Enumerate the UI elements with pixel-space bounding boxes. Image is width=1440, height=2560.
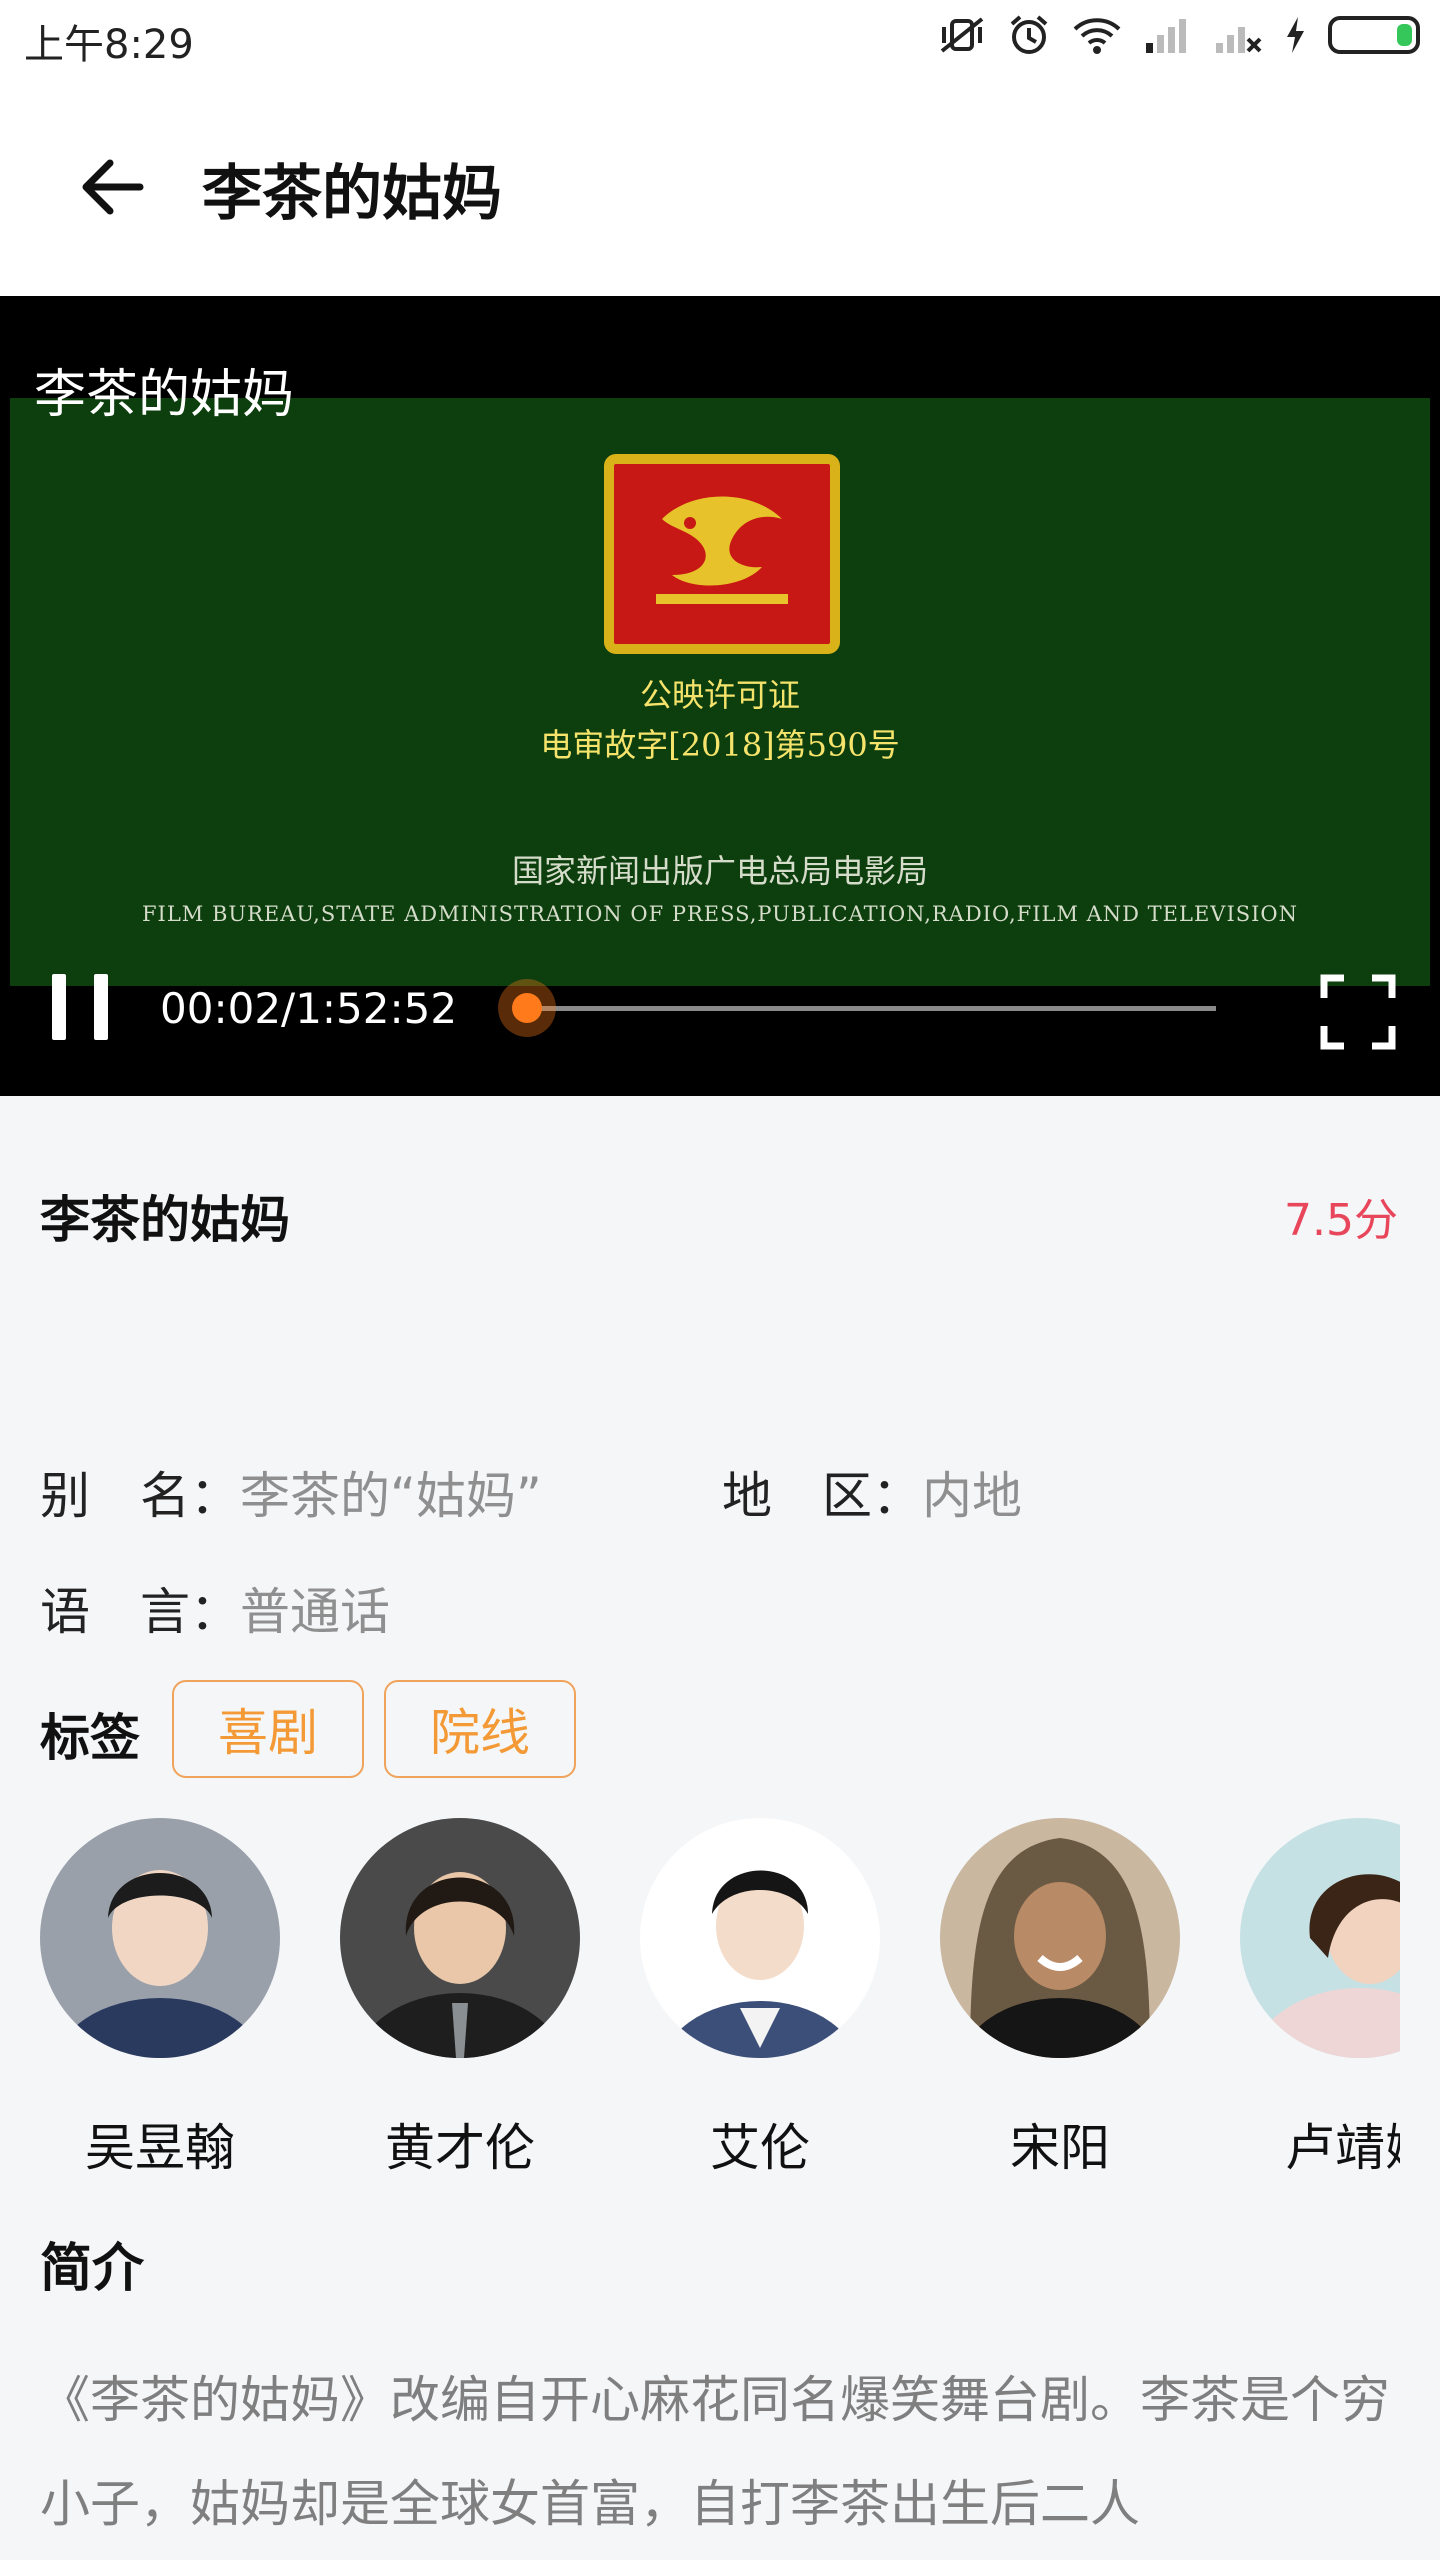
wifi-icon [1073,18,1121,54]
synopsis-title: 简介 [40,2239,145,2299]
synopsis-text: 《李茶的姑妈》改编自开心麻花同名爆笑舞台剧。李茶是个穷小子，姑妈却是全球女首富，… [40,2371,1390,2533]
cast-item[interactable]: 卢靖姗 [1240,1818,1400,2177]
page-title: 李茶的姑妈 [202,159,502,229]
battery-icon [1328,16,1420,54]
progress-handle[interactable] [498,979,556,1037]
avatar-portrait-icon [940,1818,1180,2058]
region-label: 地 区： [722,1467,922,1525]
status-time: 上午8:29 [24,22,194,68]
back-button[interactable] [62,137,162,237]
alias-row: 别 名：李茶的“姑妈” [40,1456,542,1528]
fullscreen-icon[interactable] [1318,972,1398,1052]
cast-name: 卢靖姗 [1285,2119,1400,2177]
video-controls: 00:02/1:52:52 [0,946,1440,1056]
tag-theatrical[interactable]: 院线 [384,1680,576,1778]
playback-time: 00:02/1:52:52 [160,984,458,1033]
rating-score: 7.5分 [1284,1195,1398,1246]
certificate-authority-english: FILM BUREAU,STATE ADMINISTRATION OF PRES… [141,902,1299,926]
arrow-left-icon [82,159,144,215]
progress-bar[interactable] [526,1006,1216,1011]
cast-item[interactable]: 艾伦 [640,1818,880,2177]
pause-button[interactable] [52,974,108,1040]
alarm-icon [1010,15,1048,54]
cast-item[interactable]: 宋阳 [940,1818,1180,2177]
alias-label: 别 名： [40,1467,240,1525]
film-bureau-emblem-icon [604,454,840,654]
status-icons [938,14,1420,56]
avatar-portrait-icon [40,1818,280,2058]
cast-name: 吴昱翰 [85,2119,235,2177]
region-value: 内地 [922,1467,1022,1525]
movie-title: 李茶的姑妈 [40,1191,290,1249]
charging-icon [1287,17,1304,53]
cast-name: 黄才伦 [385,2119,535,2177]
language-value: 普通话 [240,1583,390,1641]
language-row: 语 言：普通话 [40,1572,390,1644]
alias-value: 李茶的“姑妈” [240,1467,542,1525]
language-label: 语 言： [40,1583,240,1641]
certificate-title: 公映许可证 [639,676,800,714]
cast-name: 艾伦 [710,2119,810,2177]
mute-vibrate-icon [940,17,984,53]
cast-item[interactable]: 吴昱翰 [40,1818,280,2177]
tag-comedy[interactable]: 喜剧 [172,1680,364,1778]
certificate-number: 电审故字[2018]第590号 [540,726,900,764]
region-row: 地 区：内地 [722,1456,1022,1528]
cast-name: 宋阳 [1010,2119,1110,2177]
app-bar: 李茶的姑妈 [0,75,1440,296]
certificate-authority: 国家新闻出版广电总局电影局 [511,852,928,890]
video-overlay-title: 李茶的姑妈 [34,365,295,425]
avatar-portrait-icon [1240,1818,1400,2058]
status-bar: 上午8:29 [0,0,1440,75]
avatar-portrait-icon [340,1818,580,2058]
video-player[interactable]: 公映许可证 电审故字[2018]第590号 国家新闻出版广电总局电影局 FILM… [0,296,1440,1096]
cast-item[interactable]: 黄才伦 [340,1818,580,2177]
signal-no-sim-icon [1216,27,1262,53]
avatar-portrait-icon [640,1818,880,2058]
tags-label: 标签 [40,1709,140,1767]
signal-icon [1146,19,1186,53]
pause-icon [52,974,66,1040]
video-frame[interactable]: 公映许可证 电审故字[2018]第590号 国家新闻出版广电总局电影局 FILM… [10,398,1430,986]
cast-list[interactable]: 吴昱翰 黄才伦 艾伦 宋阳 卢靖 [40,1818,1400,2198]
